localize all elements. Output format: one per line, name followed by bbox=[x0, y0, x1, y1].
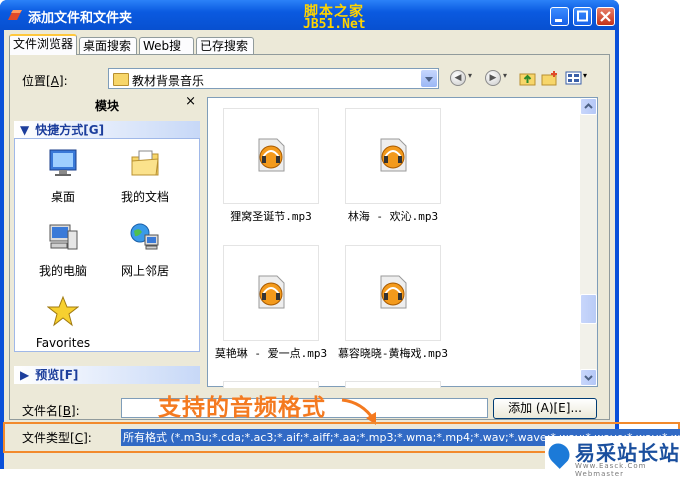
shortcuts-label: 快捷方式[G] bbox=[35, 123, 105, 137]
mp3-file-icon bbox=[258, 138, 285, 172]
scroll-down-button[interactable] bbox=[580, 369, 597, 386]
back-icon[interactable]: ◀ bbox=[450, 70, 466, 86]
file-item-partial[interactable] bbox=[333, 381, 453, 388]
window-title: 添加文件和文件夹 bbox=[28, 11, 133, 26]
mp3-file-icon bbox=[258, 275, 285, 309]
app-icon bbox=[8, 10, 22, 20]
filename-label: 文件名[B]: bbox=[22, 404, 80, 418]
sidebar-item-label: 桌面 bbox=[50, 190, 75, 204]
scroll-thumb[interactable] bbox=[580, 294, 597, 324]
sidebar-close-icon[interactable]: × bbox=[185, 94, 196, 109]
file-item[interactable]: 慕容晓晓-黄梅戏.mp3 bbox=[333, 245, 453, 361]
location-dropdown[interactable]: 教材背景音乐 bbox=[108, 68, 439, 89]
shortcuts-list: 桌面 我的文档 我的电脑 网上邻居 Favorites bbox=[14, 138, 200, 352]
file-thumbnail bbox=[345, 245, 441, 341]
minimize-icon bbox=[555, 19, 562, 22]
arrow-up-icon bbox=[584, 103, 593, 109]
title-bar[interactable]: 添加文件和文件夹 脚本之家 JB51.Net bbox=[0, 0, 619, 32]
back-dropdown-icon[interactable]: ▾ bbox=[468, 71, 472, 80]
location-label: 位置[A]: bbox=[22, 74, 68, 88]
vertical-scrollbar[interactable] bbox=[580, 98, 597, 386]
sidebar-item-computer[interactable]: 我的电脑 bbox=[23, 221, 103, 279]
logo-mark-icon bbox=[544, 439, 574, 469]
file-item[interactable]: 莫艳琳 - 爱一点.mp3 bbox=[211, 245, 331, 361]
mp3-file-icon bbox=[380, 275, 407, 309]
minimize-button[interactable] bbox=[550, 7, 569, 26]
file-thumbnail bbox=[223, 245, 319, 341]
file-item[interactable]: 林海 - 欢沁.mp3 bbox=[333, 108, 453, 224]
favorites-star-icon bbox=[46, 295, 80, 327]
computer-icon bbox=[49, 224, 78, 250]
mp3-file-icon bbox=[380, 138, 407, 172]
network-icon bbox=[130, 223, 159, 250]
new-folder-icon[interactable] bbox=[541, 70, 559, 86]
file-item[interactable]: 狸窝圣诞节.mp3 bbox=[211, 108, 331, 224]
file-name: 慕容晓晓-黄梅戏.mp3 bbox=[337, 347, 449, 360]
view-menu-icon[interactable] bbox=[565, 70, 583, 86]
expand-arrow-icon: ▶ bbox=[20, 368, 30, 382]
tab-saved-search[interactable]: 已存搜索 bbox=[196, 37, 254, 54]
file-thumbnail bbox=[223, 381, 319, 388]
desktop-icon bbox=[49, 149, 77, 176]
preview-header[interactable]: ▶ 预览[F] bbox=[14, 366, 200, 384]
preview-label: 预览[F] bbox=[35, 368, 79, 382]
add-button[interactable]: 添加 (A)[E]... bbox=[493, 398, 597, 419]
scroll-up-button[interactable] bbox=[580, 98, 597, 115]
sidebar-item-documents[interactable]: 我的文档 bbox=[105, 147, 185, 205]
forward-dropdown-icon[interactable]: ▾ bbox=[503, 71, 507, 80]
shortcuts-header[interactable]: ▼ 快捷方式[G] bbox=[14, 121, 200, 139]
file-name: 狸窝圣诞节.mp3 bbox=[230, 210, 312, 223]
file-name: 莫艳琳 - 爱一点.mp3 bbox=[214, 347, 328, 360]
sidebar-item-label: 我的电脑 bbox=[38, 264, 87, 278]
maximize-icon bbox=[577, 10, 588, 22]
tab-file-browser[interactable]: 文件浏览器 bbox=[9, 34, 77, 55]
tab-web-search[interactable]: Web搜索 bbox=[139, 37, 194, 70]
sidebar-item-favorites[interactable]: Favorites bbox=[23, 295, 103, 350]
filetype-label: 文件类型[C]: bbox=[22, 431, 92, 445]
tab-desktop-search[interactable]: 桌面搜索 bbox=[79, 37, 137, 54]
file-list-view[interactable]: 狸窝圣诞节.mp3 林海 - 欢沁.mp3 莫艳琳 - 爱一点.mp3 慕容晓晓… bbox=[207, 97, 598, 388]
close-button[interactable] bbox=[596, 7, 615, 26]
file-thumbnail bbox=[345, 108, 441, 204]
documents-icon bbox=[131, 150, 159, 176]
collapse-arrow-icon: ▼ bbox=[20, 123, 30, 137]
file-name: 林海 - 欢沁.mp3 bbox=[347, 210, 439, 223]
maximize-button[interactable] bbox=[573, 7, 592, 26]
file-thumbnail bbox=[345, 381, 441, 388]
site-logo: 易采站长站 Www.Easck.Com Webmaster bbox=[544, 436, 680, 478]
sidebar-title: 模块 bbox=[94, 99, 119, 113]
up-folder-icon[interactable] bbox=[519, 70, 536, 86]
arrow-down-icon bbox=[584, 375, 593, 381]
close-icon bbox=[600, 11, 611, 22]
folder-icon bbox=[113, 73, 129, 86]
sidebar-item-desktop[interactable]: 桌面 bbox=[23, 147, 103, 205]
location-value: 教材背景音乐 bbox=[132, 74, 205, 88]
file-thumbnail bbox=[223, 108, 319, 204]
view-dropdown-icon[interactable]: ▾ bbox=[583, 71, 587, 80]
file-item-partial[interactable] bbox=[211, 381, 331, 388]
annotation-text: 支持的音频格式 bbox=[158, 395, 326, 421]
logo-subtext: Www.Easck.Com Webmaster bbox=[575, 462, 647, 478]
sidebar-item-label: 网上邻居 bbox=[120, 264, 169, 278]
sidebar-item-label: Favorites bbox=[35, 336, 91, 350]
sidebar-item-network[interactable]: 网上邻居 bbox=[105, 221, 185, 279]
forward-icon[interactable]: ▶ bbox=[485, 70, 501, 86]
chevron-down-icon[interactable] bbox=[421, 70, 437, 87]
sidebar-item-label: 我的文档 bbox=[120, 190, 169, 204]
sidebar-panel: 模块 × ▼ 快捷方式[G] 桌面 我的文档 我的电脑 网上邻居 Favorite… bbox=[14, 94, 200, 384]
